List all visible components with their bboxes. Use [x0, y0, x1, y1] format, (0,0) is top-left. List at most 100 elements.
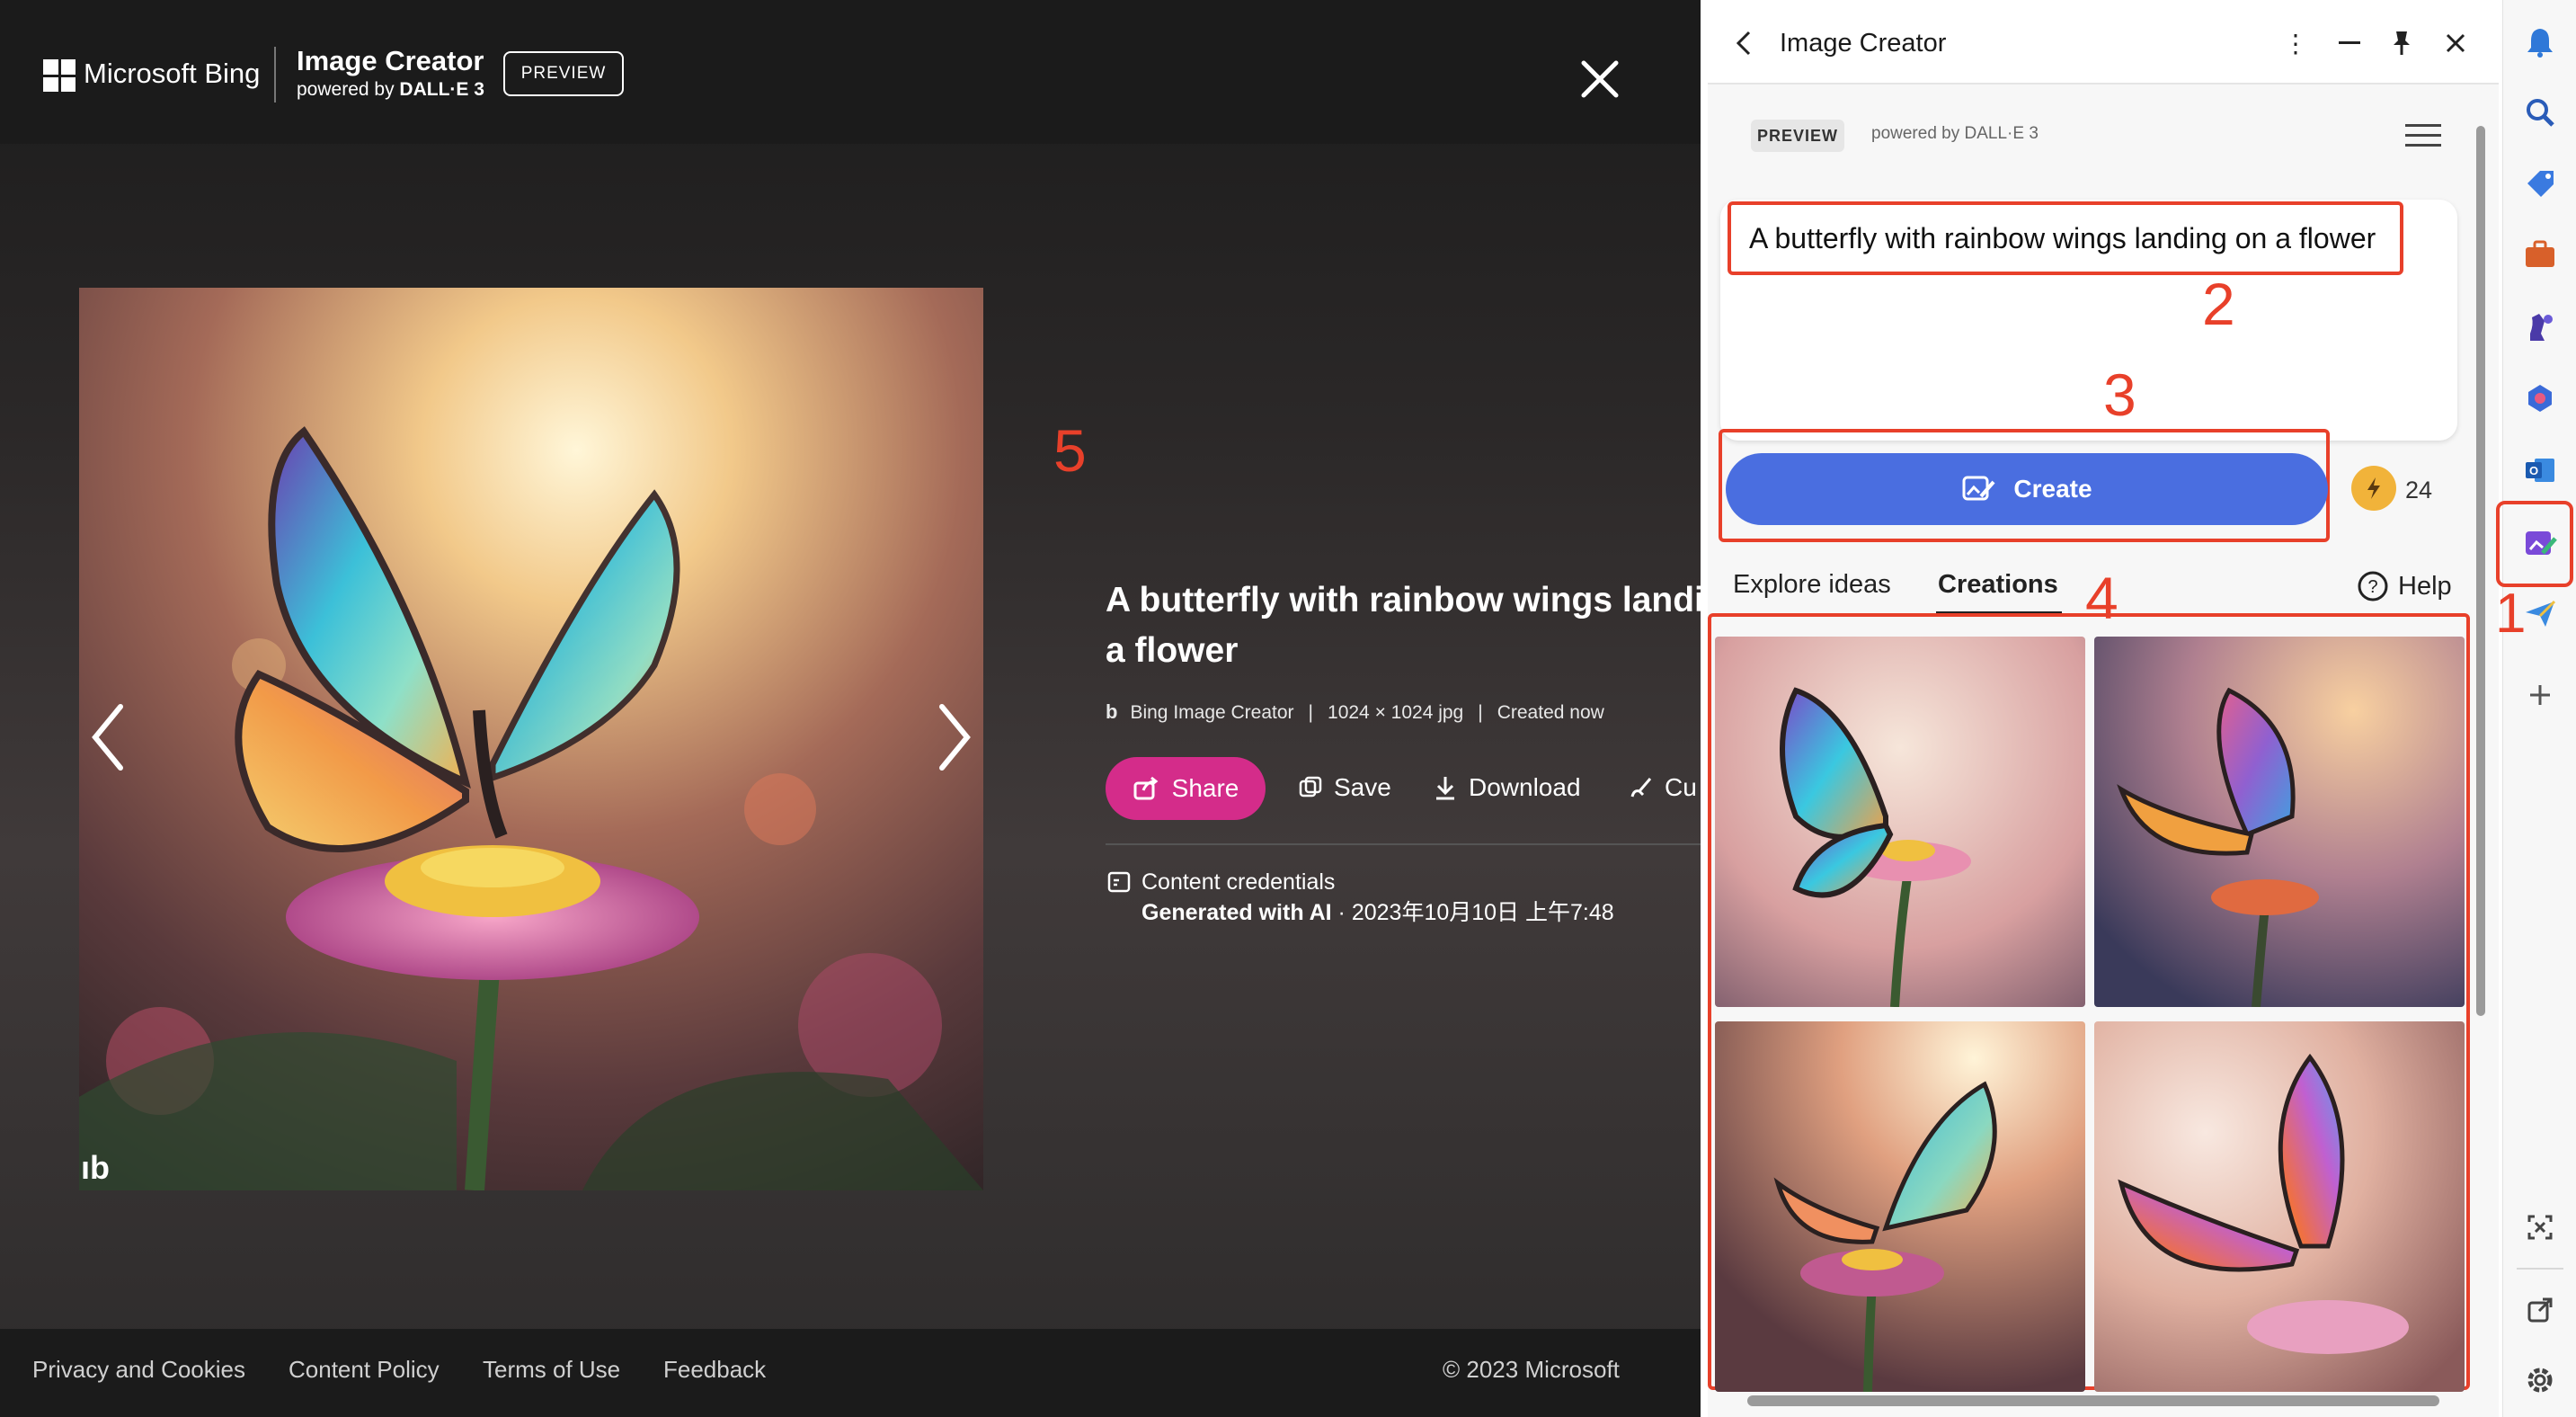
meta-size: 1024 × 1024 jpg	[1328, 702, 1464, 723]
share-button[interactable]: Share	[1106, 757, 1266, 820]
brush-icon	[1630, 778, 1652, 798]
shopping-tag-icon[interactable]	[2518, 162, 2563, 207]
image-creator-rail-highlight	[2496, 501, 2573, 587]
prompt-input[interactable]: A butterfly with rainbow wings landing o…	[1728, 201, 2403, 275]
open-external-icon[interactable]	[2518, 1288, 2563, 1332]
header-divider	[274, 47, 276, 102]
hamburger-menu-icon[interactable]	[2405, 124, 2441, 151]
download-icon	[1436, 777, 1454, 800]
viewer-header: Microsoft Bing Image Creator powered by …	[0, 0, 1701, 144]
games-chess-icon[interactable]	[2518, 304, 2563, 349]
tab-creations[interactable]: Creations	[1938, 570, 2058, 600]
annotation-2: 2	[2202, 271, 2235, 337]
save-button[interactable]: Save	[1298, 773, 1391, 802]
boost-count: 24	[2405, 477, 2433, 504]
share-icon	[1133, 776, 1159, 800]
search-icon[interactable]	[2518, 90, 2563, 135]
pin-icon[interactable]	[2384, 25, 2420, 61]
svg-text:?: ?	[2367, 577, 2377, 597]
meta-separator: |	[1478, 702, 1483, 723]
footer-link-feedback[interactable]: Feedback	[663, 1356, 766, 1384]
image-creator-panel: Image Creator ⋮ PREVIEW powered by DALL·…	[1708, 0, 2499, 1417]
powered-by: powered by DALL·E 3	[297, 79, 484, 101]
image-meta: b Bing Image Creator | 1024 × 1024 jpg | Crea…	[1106, 700, 1701, 724]
main-image	[79, 288, 983, 1190]
creation-thumbnail[interactable]	[2094, 1021, 2465, 1392]
add-icon[interactable]	[2518, 673, 2563, 717]
screenshot-icon[interactable]	[2518, 1205, 2563, 1250]
meta-source: Bing Image Creator	[1130, 702, 1294, 723]
more-options-icon[interactable]: ⋮	[2278, 25, 2314, 61]
creation-thumbnail[interactable]	[1715, 1021, 2085, 1392]
actions-divider	[1106, 843, 1701, 845]
creation-thumbnail[interactable]	[1715, 637, 2085, 1007]
save-collection-icon	[1299, 776, 1322, 798]
meta-created: Created now	[1497, 702, 1604, 723]
prompt-box[interactable]: A butterfly with rainbow wings landing o…	[1720, 200, 2457, 441]
footer-link-terms[interactable]: Terms of Use	[483, 1356, 620, 1384]
back-arrow-icon[interactable]	[1731, 27, 1758, 59]
panel-title: Image Creator	[1780, 29, 1947, 58]
sidebar-rail: O	[2502, 0, 2576, 1417]
credentials-icon	[1107, 871, 1131, 893]
footer-link-privacy[interactable]: Privacy and Cookies	[32, 1356, 245, 1384]
panel-preview-badge: PREVIEW	[1751, 120, 1844, 152]
tab-explore-ideas[interactable]: Explore ideas	[1733, 570, 1891, 600]
customize-label: Cu	[1665, 773, 1697, 801]
tools-briefcase-icon[interactable]	[2518, 232, 2563, 277]
annotation-3: 3	[2103, 361, 2136, 428]
help-button[interactable]: ? Help	[2357, 570, 2452, 602]
creation-thumbnail[interactable]	[2094, 637, 2465, 1007]
minimize-icon[interactable]	[2332, 25, 2367, 61]
settings-gear-icon[interactable]	[2518, 1358, 2563, 1403]
close-icon[interactable]	[1573, 52, 1627, 106]
previous-arrow-icon[interactable]	[86, 701, 131, 773]
credentials-title: Content credentials	[1141, 869, 1336, 895]
powered-brand: DALL·E 3	[399, 79, 484, 100]
outlook-icon[interactable]: O	[2518, 448, 2563, 493]
panel-powered-by: powered by DALL·E 3	[1871, 124, 2039, 143]
image-actions: Share Save Download Cu	[1106, 757, 1701, 822]
bing-b-icon: b	[1106, 700, 1118, 723]
generated-label: Generated with AI	[1141, 900, 1332, 925]
microsoft-365-icon[interactable]	[2518, 376, 2563, 421]
horizontal-scroll-thumb[interactable]	[1747, 1395, 2439, 1406]
share-label: Share	[1171, 774, 1239, 802]
annotation-1: 1	[2495, 583, 2527, 645]
create-image-icon	[1962, 476, 1995, 501]
content-credentials: Content credentials Generated with AI · …	[1106, 867, 1614, 928]
image-title-line1: A butterfly with rainbow wings landin	[1106, 581, 1701, 619]
powered-prefix: powered by	[297, 79, 395, 100]
generated-date: · 2023年10月10日 上午7:48	[1331, 900, 1614, 925]
brand-name: Microsoft Bing	[84, 58, 261, 89]
download-button[interactable]: Download	[1433, 773, 1581, 802]
save-label: Save	[1334, 773, 1391, 801]
help-label: Help	[2398, 571, 2452, 601]
bing-watermark-icon: ıb	[81, 1149, 110, 1186]
microsoft-logo-icon	[43, 59, 76, 92]
annotation-5: 5	[1053, 417, 1087, 484]
help-icon: ?	[2358, 571, 2388, 602]
next-arrow-icon[interactable]	[931, 701, 976, 773]
product-title: Image Creator	[297, 45, 484, 76]
meta-separator: |	[1308, 702, 1314, 723]
rail-divider	[2517, 1268, 2563, 1270]
generated-row: Generated with AI · 2023年10月10日 上午7:48	[1106, 897, 1614, 928]
create-button[interactable]: Create	[1726, 453, 2328, 525]
preview-badge: PREVIEW	[503, 51, 624, 96]
image-title-line2: a flower	[1106, 631, 1239, 670]
download-label: Download	[1469, 773, 1581, 801]
copyright: © 2023 Microsoft	[1443, 1356, 1620, 1383]
panel-header: Image Creator ⋮	[1708, 0, 2499, 85]
vertical-scroll-thumb[interactable]	[2476, 126, 2485, 1016]
image-viewer: Microsoft Bing Image Creator powered by …	[0, 0, 1701, 1417]
image-title: A butterfly with rainbow wings landin a …	[1106, 575, 1701, 676]
credentials-row: Content credentials	[1106, 867, 1614, 897]
notifications-bell-icon[interactable]	[2518, 20, 2563, 65]
customize-button[interactable]: Cu	[1629, 773, 1697, 802]
panel-close-icon[interactable]	[2438, 25, 2474, 61]
create-label: Create	[2013, 475, 2092, 503]
boost-icon	[2351, 466, 2396, 511]
svg-text:O: O	[2529, 464, 2538, 477]
footer-link-content-policy[interactable]: Content Policy	[289, 1356, 440, 1384]
